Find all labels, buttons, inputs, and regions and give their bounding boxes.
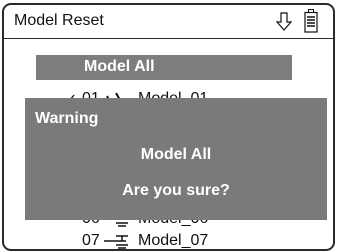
model-number: 07 <box>82 232 100 249</box>
dialog-title: Warning <box>35 110 99 127</box>
down-arrow-icon <box>276 12 292 31</box>
dialog-question: Are you sure? <box>122 182 230 199</box>
screen-frame: Model Reset Model All ✓ 01 Model_01 0 <box>2 3 335 251</box>
title-bar: Model Reset <box>4 5 333 39</box>
dialog-message: Model All <box>140 146 212 163</box>
helicopter-icon <box>104 235 128 249</box>
model-all-label: Model All <box>84 58 155 75</box>
model-all-header[interactable]: Model All <box>36 55 292 80</box>
page-title: Model Reset <box>14 12 104 29</box>
model-name: Model_07 <box>138 232 209 249</box>
warning-dialog[interactable]: Warning Model All Are you sure? <box>25 98 327 220</box>
list-item[interactable]: 07 Model_07 <box>4 231 333 249</box>
battery-icon <box>304 9 318 33</box>
